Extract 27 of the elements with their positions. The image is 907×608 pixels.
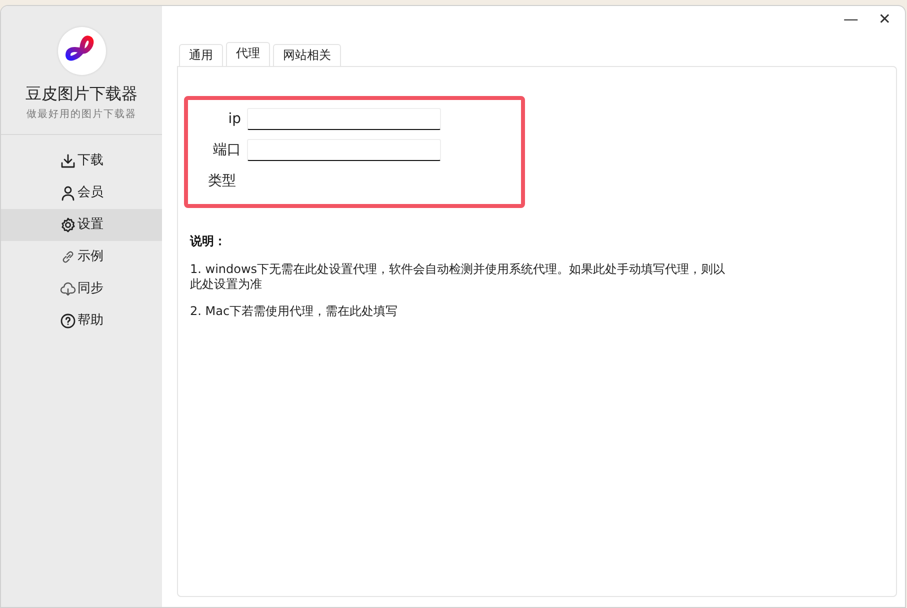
- sidebar-item[interactable]: 设置: [1, 209, 162, 241]
- help-icon: [60, 313, 76, 329]
- person-icon: [60, 185, 76, 201]
- download-icon: [60, 153, 76, 169]
- note-paragraph: 1. windows下无需在此处设置代理，软件会自动检测并使用系统代理。如果此处手动填写代理，则以此处设置为准: [190, 262, 726, 292]
- tab[interactable]: 通用: [179, 44, 223, 66]
- sidebar-item[interactable]: 同步: [1, 273, 162, 305]
- close-button[interactable]: ✕: [874, 6, 895, 32]
- notes-heading: 说明：: [190, 233, 227, 250]
- app-title: 豆皮图片下载器: [24, 83, 138, 105]
- field-label: 端口: [212, 140, 241, 160]
- sidebar-item[interactable]: 下载: [1, 145, 162, 177]
- cloud-download-icon: [60, 281, 76, 297]
- sidebar-item[interactable]: 会员: [1, 177, 162, 209]
- field-label: ip: [227, 110, 241, 128]
- note-paragraph: 2. Mac下若需使用代理，需在此处填写: [190, 304, 399, 319]
- sidebar-item[interactable]: 示例: [1, 241, 162, 273]
- sidebar-item[interactable]: 帮助: [1, 305, 162, 337]
- app-subtitle: 做最好用的图片下载器: [26, 108, 138, 122]
- minimize-button[interactable]: —: [839, 6, 862, 32]
- field-label: 类型: [208, 172, 237, 190]
- app-logo-icon: [58, 27, 106, 75]
- tab[interactable]: 代理: [226, 42, 270, 66]
- input-field[interactable]: [247, 108, 441, 130]
- tab[interactable]: 网站相关: [273, 44, 341, 66]
- gear-icon: [60, 217, 76, 233]
- input-field[interactable]: [247, 139, 441, 161]
